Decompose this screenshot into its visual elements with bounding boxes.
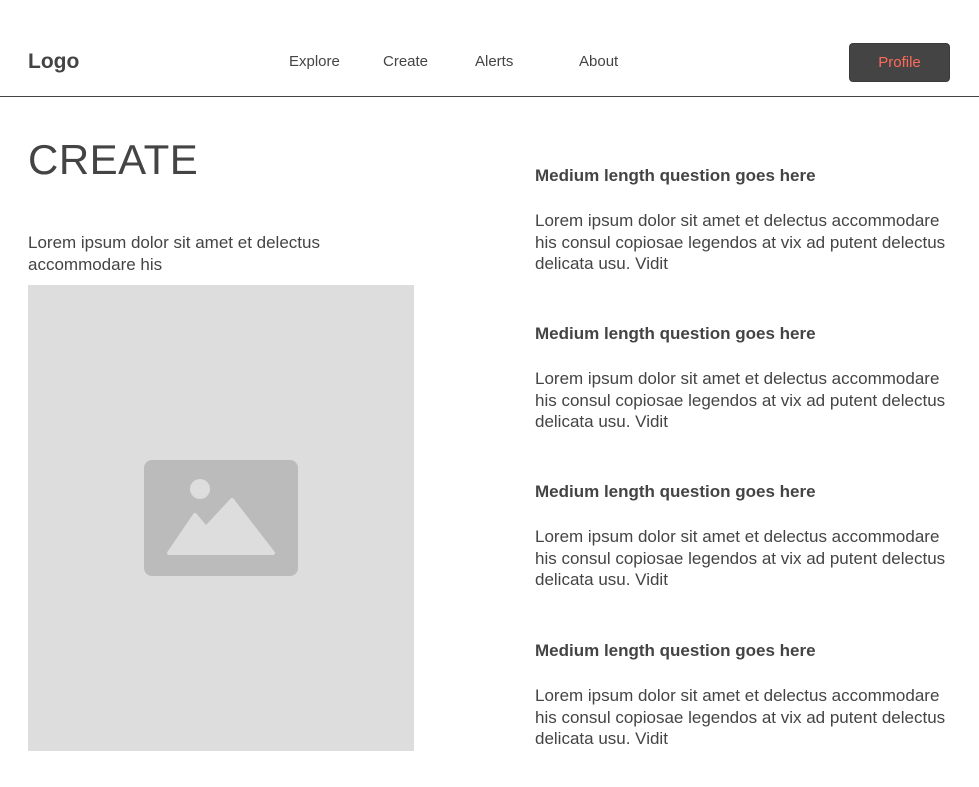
faq-answer: Lorem ipsum dolor sit amet et delectus a… xyxy=(535,211,946,273)
intro-text: Lorem ipsum dolor sit amet et delectus a… xyxy=(28,233,320,274)
image-placeholder xyxy=(28,285,414,751)
nav-link-alerts[interactable]: Alerts xyxy=(475,53,513,71)
faq-item: Medium length question goes here Lorem i… xyxy=(535,166,955,275)
faq-answer: Lorem ipsum dolor sit amet et delectus a… xyxy=(535,527,946,589)
nav-link-explore[interactable]: Explore xyxy=(289,53,340,71)
page-title: CREATE xyxy=(28,136,199,183)
faq-question: Medium length question goes here xyxy=(535,324,816,343)
faq-question: Medium length question goes here xyxy=(535,166,816,185)
faq-item: Medium length question goes here Lorem i… xyxy=(535,482,955,591)
faq-item: Medium length question goes here Lorem i… xyxy=(535,324,955,433)
image-placeholder-icon xyxy=(144,460,298,576)
faq-question: Medium length question goes here xyxy=(535,641,816,660)
faq-answer: Lorem ipsum dolor sit amet et delectus a… xyxy=(535,369,946,431)
nav-link-about[interactable]: About xyxy=(579,53,618,71)
profile-button[interactable]: Profile xyxy=(849,43,950,82)
faq-answer: Lorem ipsum dolor sit amet et delectus a… xyxy=(535,686,946,748)
faq-question: Medium length question goes here xyxy=(535,482,816,501)
faq-item: Medium length question goes here Lorem i… xyxy=(535,641,955,750)
header: Logo Explore Create Alerts About Profile xyxy=(0,0,979,97)
nav-link-create[interactable]: Create xyxy=(383,53,428,71)
logo[interactable]: Logo xyxy=(28,49,79,75)
